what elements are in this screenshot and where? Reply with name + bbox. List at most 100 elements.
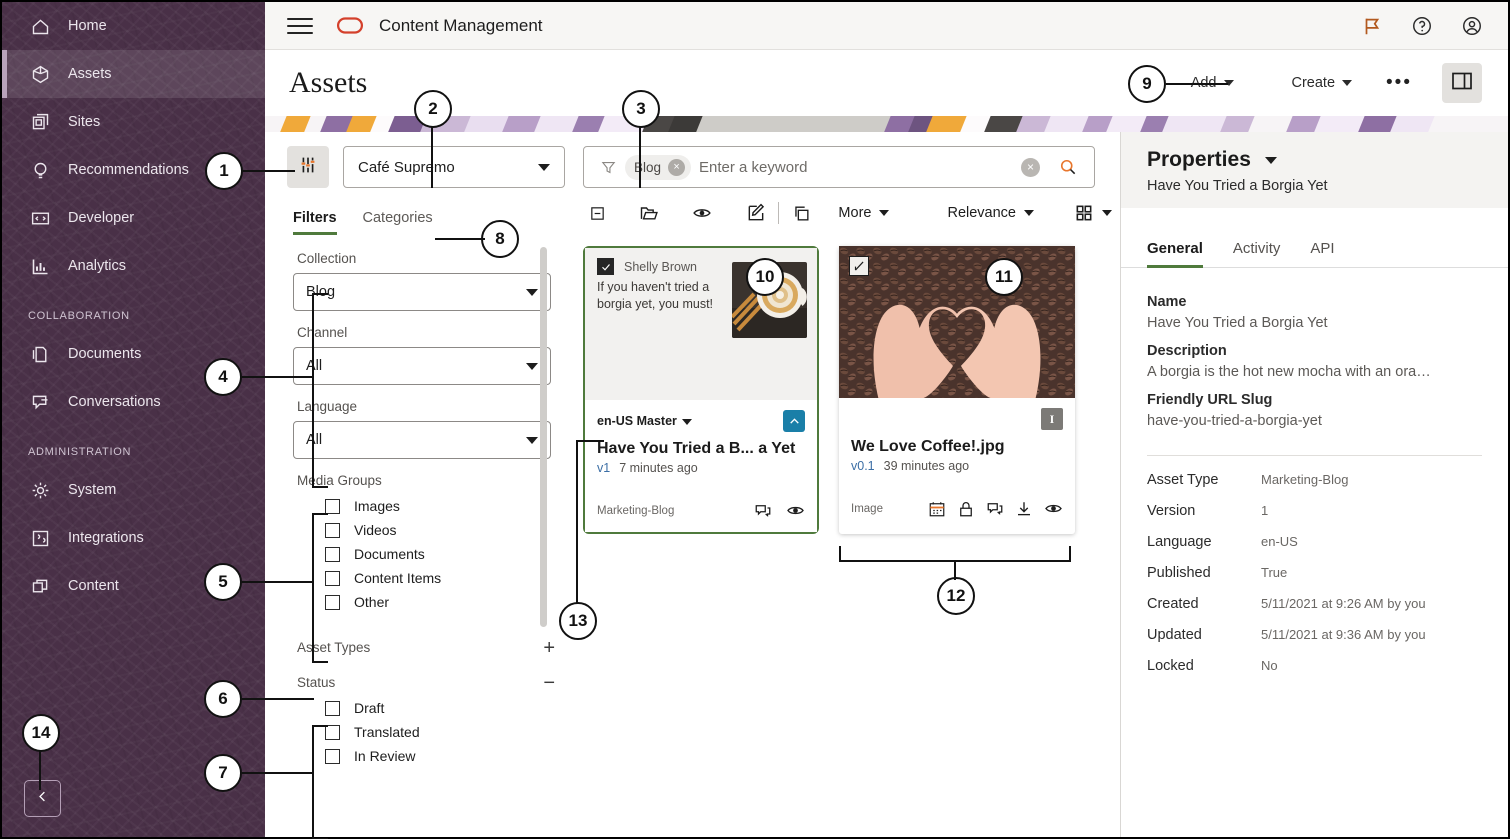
tab-api[interactable]: API xyxy=(1310,240,1334,267)
search-row: Blog × Enter a keyword × xyxy=(565,132,1120,188)
sidebar-item-integrations[interactable]: Integrations xyxy=(2,514,265,562)
chevron-down-icon xyxy=(526,362,538,370)
properties-header: Properties Have You Tried a Borgia Yet xyxy=(1121,132,1508,208)
checkbox-videos[interactable]: Videos xyxy=(293,518,565,542)
channel-select[interactable]: All xyxy=(293,347,551,385)
action-toolbar: More Relevance xyxy=(565,188,1120,228)
hamburger-menu-icon[interactable] xyxy=(287,13,313,39)
asset-language-dropdown[interactable]: en-US Master xyxy=(597,414,692,428)
eye-icon[interactable] xyxy=(786,501,805,520)
eye-preview-icon[interactable] xyxy=(688,198,717,228)
chevron-down-icon xyxy=(879,210,890,216)
view-mode-button[interactable] xyxy=(1066,203,1120,223)
asset-type-label: Marketing-Blog xyxy=(597,504,675,517)
filter-sliders-icon xyxy=(297,154,319,181)
tab-filters[interactable]: Filters xyxy=(293,210,337,235)
asset-meta: v1 7 minutes ago xyxy=(597,461,805,475)
property-value: 5/11/2021 at 9:26 AM by you xyxy=(1261,596,1426,611)
copy-icon[interactable] xyxy=(787,198,816,228)
tab-categories-label: Categories xyxy=(362,210,433,226)
create-button[interactable]: Create xyxy=(1282,69,1363,97)
calendar-icon[interactable] xyxy=(928,500,946,518)
chevron-down-icon[interactable] xyxy=(1264,156,1277,164)
gear-icon xyxy=(28,478,52,502)
callout-4: 4 xyxy=(204,293,328,489)
callout-7: 7 xyxy=(204,725,328,839)
tab-activity[interactable]: Activity xyxy=(1233,240,1281,267)
property-key: Asset Type xyxy=(1147,472,1219,488)
sidebar-item-assets[interactable]: Assets xyxy=(2,50,265,98)
magnifier-icon[interactable] xyxy=(1058,157,1078,177)
sidebar-item-analytics[interactable]: Analytics xyxy=(2,242,265,290)
sidebar-item-sites[interactable]: Sites xyxy=(2,98,265,146)
repository-select[interactable]: Café Supremo xyxy=(343,146,565,188)
more-actions-button[interactable]: More xyxy=(830,205,897,221)
asset-badge-row: I xyxy=(851,408,1063,430)
collection-select[interactable]: Blog xyxy=(293,273,551,311)
checkbox-in-review[interactable]: In Review xyxy=(293,744,565,768)
search-box[interactable]: Blog × Enter a keyword × xyxy=(583,146,1095,188)
asset-updated-time: 7 minutes ago xyxy=(619,461,698,475)
chip-remove-icon[interactable]: × xyxy=(668,158,686,176)
sidebar-item-developer[interactable]: Developer xyxy=(2,194,265,242)
sidebar-item-home[interactable]: Home xyxy=(2,2,265,50)
tab-categories[interactable]: Categories xyxy=(363,210,433,235)
more-options-button[interactable]: ••• xyxy=(1372,72,1426,94)
create-button-label: Create xyxy=(1291,75,1336,91)
asset-footer-icons xyxy=(928,499,1063,518)
checkbox-label: Translated xyxy=(354,724,420,740)
clear-search-icon[interactable]: × xyxy=(1021,157,1040,177)
search-filter-chip[interactable]: Blog × xyxy=(625,154,692,180)
filter-sliders-button[interactable] xyxy=(287,146,329,188)
eye-icon[interactable] xyxy=(1044,499,1063,518)
callout-number: 9 xyxy=(1128,65,1166,103)
sidebar-item-label: Integrations xyxy=(68,530,144,546)
language-select[interactable]: All xyxy=(293,421,551,459)
table-row: Language en-US xyxy=(1147,534,1482,550)
open-folder-icon[interactable] xyxy=(634,198,663,228)
select-all-checkbox-icon[interactable] xyxy=(583,198,612,228)
checkbox-translated[interactable]: Translated xyxy=(293,720,565,744)
conversation-icon[interactable] xyxy=(754,502,772,520)
sidebar-item-label: Sites xyxy=(68,114,101,130)
lock-icon[interactable] xyxy=(957,500,975,518)
properties-title-row[interactable]: Properties xyxy=(1147,148,1486,172)
user-account-icon[interactable] xyxy=(1460,14,1484,38)
toggle-properties-panel-button[interactable] xyxy=(1442,63,1482,103)
asset-card-image[interactable]: I We Love Coffee!.jpg v0.1 39 minutes ag… xyxy=(839,246,1075,534)
checkbox-icon xyxy=(325,748,340,764)
sort-relevance-button[interactable]: Relevance xyxy=(939,205,1042,221)
callout-6: 6 xyxy=(204,680,314,718)
edit-pencil-icon[interactable] xyxy=(741,198,770,228)
page-title: Assets xyxy=(289,66,368,99)
grid-view-icon xyxy=(1074,203,1094,223)
sidebar-collapse-button[interactable] xyxy=(24,780,61,817)
download-icon[interactable] xyxy=(1015,500,1033,518)
checkbox-draft[interactable]: Draft xyxy=(293,696,565,720)
asset-selected-checkbox[interactable] xyxy=(597,258,614,275)
help-icon[interactable] xyxy=(1410,14,1434,38)
property-key: Version xyxy=(1147,503,1196,519)
asset-language-row: en-US Master xyxy=(597,410,805,432)
field-description-label: Description xyxy=(1147,343,1227,359)
asset-select-checkbox[interactable] xyxy=(849,256,869,276)
app-window: Home Assets Sites Recommendations Develo… xyxy=(0,0,1510,839)
flag-icon[interactable] xyxy=(1360,14,1384,38)
checkbox-images[interactable]: Images xyxy=(293,494,565,518)
checkbox-documents[interactable]: Documents xyxy=(293,542,565,566)
collapse-minus-icon[interactable]: − xyxy=(543,673,555,693)
filters-scrollbar[interactable] xyxy=(540,247,547,627)
tab-general[interactable]: General xyxy=(1147,240,1203,268)
search-input[interactable]: Enter a keyword xyxy=(699,159,1013,176)
sidebar-item-label: System xyxy=(68,482,117,498)
checkbox-other[interactable]: Other xyxy=(293,590,565,614)
chevron-left-icon xyxy=(35,789,50,809)
checkbox-content-items[interactable]: Content Items xyxy=(293,566,565,590)
callout-5: 5 xyxy=(204,513,328,664)
expand-plus-icon[interactable]: + xyxy=(543,638,555,658)
checkbox-label: Images xyxy=(354,498,400,514)
conversation-icon[interactable] xyxy=(986,500,1004,518)
filters-scroll-area: Collection Blog Channel All Language All xyxy=(287,235,565,837)
sidebar-item-system[interactable]: System xyxy=(2,466,265,514)
callout-number: 1 xyxy=(205,152,243,190)
